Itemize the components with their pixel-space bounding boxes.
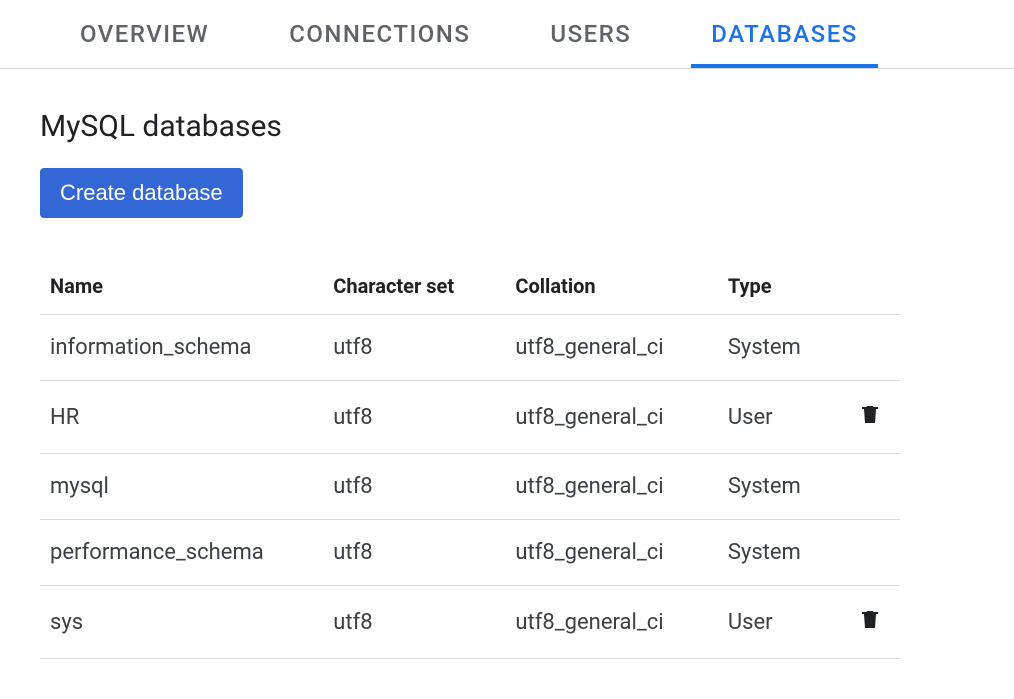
tab-overview[interactable]: OVERVIEW: [80, 20, 209, 68]
cell-action: [839, 586, 900, 659]
cell-action: [839, 381, 900, 454]
cell-collation: utf8_general_ci: [505, 586, 717, 659]
table-row: performance_schemautf8utf8_general_ciSys…: [40, 520, 900, 586]
table-header-name: Name: [40, 258, 323, 315]
cell-action: [839, 454, 900, 520]
cell-collation: utf8_general_ci: [505, 520, 717, 586]
table-row: HRutf8utf8_general_ciUser: [40, 381, 900, 454]
databases-table: Name Character set Collation Type inform…: [40, 258, 900, 659]
trash-icon[interactable]: [858, 606, 882, 632]
cell-action: [839, 520, 900, 586]
cell-name: information_schema: [40, 315, 323, 381]
tab-databases[interactable]: DATABASES: [711, 20, 858, 68]
cell-name: HR: [40, 381, 323, 454]
table-header-action: [839, 258, 900, 315]
cell-charset: utf8: [323, 315, 505, 381]
cell-collation: utf8_general_ci: [505, 315, 717, 381]
cell-charset: utf8: [323, 520, 505, 586]
tab-bar: OVERVIEW CONNECTIONS USERS DATABASES: [0, 0, 1014, 69]
cell-charset: utf8: [323, 454, 505, 520]
trash-icon[interactable]: [858, 401, 882, 427]
cell-name: mysql: [40, 454, 323, 520]
table-header-collation: Collation: [505, 258, 717, 315]
table-row: information_schemautf8utf8_general_ciSys…: [40, 315, 900, 381]
create-database-button[interactable]: Create database: [40, 168, 243, 218]
section-title: MySQL databases: [40, 109, 974, 144]
cell-type: System: [718, 520, 839, 586]
cell-type: System: [718, 315, 839, 381]
cell-action: [839, 315, 900, 381]
tab-users[interactable]: USERS: [550, 20, 631, 68]
cell-collation: utf8_general_ci: [505, 381, 717, 454]
cell-type: User: [718, 381, 839, 454]
cell-collation: utf8_general_ci: [505, 454, 717, 520]
cell-charset: utf8: [323, 586, 505, 659]
cell-type: User: [718, 586, 839, 659]
table-header-charset: Character set: [323, 258, 505, 315]
table-header-type: Type: [718, 258, 839, 315]
tab-connections[interactable]: CONNECTIONS: [289, 20, 470, 68]
cell-type: System: [718, 454, 839, 520]
table-row: mysqlutf8utf8_general_ciSystem: [40, 454, 900, 520]
cell-name: performance_schema: [40, 520, 323, 586]
cell-charset: utf8: [323, 381, 505, 454]
table-row: sysutf8utf8_general_ciUser: [40, 586, 900, 659]
cell-name: sys: [40, 586, 323, 659]
content-area: MySQL databases Create database Name Cha…: [0, 69, 1014, 699]
